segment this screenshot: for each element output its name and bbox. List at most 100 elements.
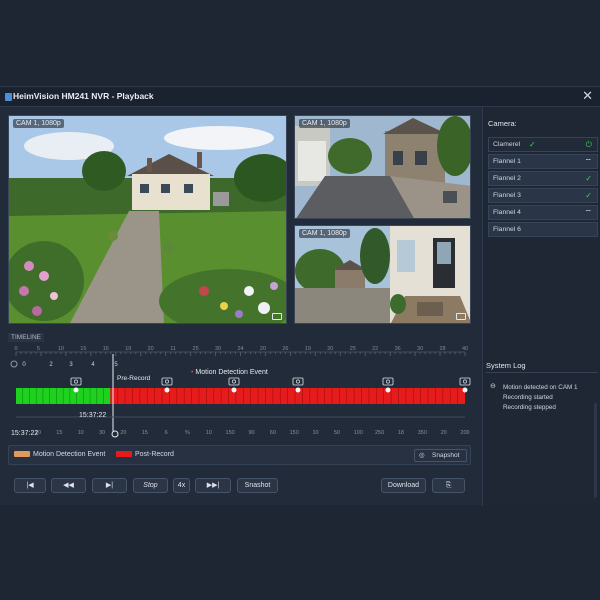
event-marker-dot: [73, 387, 79, 393]
export-button[interactable]: ⎘: [432, 478, 465, 493]
log-divider: [486, 372, 598, 373]
snapshot-camera-icon[interactable]: [272, 313, 282, 320]
camera-item-label: Flannel 4: [493, 209, 521, 216]
title-bar: HeimVision HM241 NVR - Playback ✕: [0, 87, 600, 107]
timeline-chart[interactable]: 0 5 10 15 16 19 20 11 25 30 24 20 26 19 20 25 22 36 30 28 40…: [8, 342, 471, 440]
snapshot-button[interactable]: Snashot: [237, 478, 278, 493]
camera-icon: ◎: [419, 452, 425, 459]
bottom-tick-label: 10: [78, 430, 84, 436]
check-icon: ✓: [585, 191, 592, 200]
video-tile-2[interactable]: CAM 1, 1080p: [294, 115, 471, 219]
check-icon: ✓: [585, 174, 592, 183]
ruler-tick-label: 16: [103, 346, 109, 352]
export-icon: ⎘: [445, 482, 452, 489]
legend-motion: Motion Detection Event: [14, 451, 105, 458]
ruler-tick-label: 15: [80, 346, 86, 352]
ruler-tick-label: 10: [58, 346, 64, 352]
ruler-tick-label: 25: [350, 346, 356, 352]
bottom-tick-label: 20: [120, 430, 126, 436]
snapshot-legend-label: Snapshot: [432, 452, 460, 459]
legend-post-record-label: Post-Record: [135, 451, 174, 458]
timeline[interactable]: 0 5 10 15 16 19 20 11 25 30 24 20 26 19 20 25 22 36 30 28 40…: [8, 342, 471, 440]
bottom-tick-label: 15: [56, 430, 62, 436]
legend-bar: Motion Detection Event Post-Record ◎ Snap…: [8, 445, 471, 465]
log-entry: Recording started: [503, 394, 553, 401]
check-icon: ✓: [529, 140, 536, 149]
bottom-tick-label: 250: [375, 430, 384, 436]
video-tile-3[interactable]: CAM 1, 1080p: [294, 225, 471, 324]
garden-scene-image: [9, 116, 286, 323]
event-marker-dot: [385, 387, 391, 393]
driveway-scene-image: [295, 116, 470, 218]
bottom-tick-label: 10: [312, 430, 318, 436]
ruler-tick-label: 20: [260, 346, 266, 352]
event-marker-dot: [164, 387, 170, 393]
window-title: HeimVision HM241 NVR - Playback: [13, 91, 154, 101]
camera-item-5[interactable]: Flannel 6: [488, 222, 598, 237]
rewind-button[interactable]: ◀◀: [51, 478, 86, 493]
play-button[interactable]: ▶|: [92, 478, 127, 493]
wifi-icon: ⌔: [584, 157, 592, 166]
camera-item-label: Flannel 2: [493, 175, 521, 182]
bottom-tick-label: 20: [441, 430, 447, 436]
bottom-tick-label: 350: [418, 430, 427, 436]
close-icon[interactable]: ✕: [582, 89, 593, 103]
camera-item-2[interactable]: Flannel 2 ✓: [488, 171, 598, 186]
start-time-label: 15:37:22: [11, 430, 39, 437]
ruler-tick-label: 5: [37, 346, 40, 352]
log-entry: Motion detected on CAM 1: [503, 384, 578, 391]
power-icon: ⏻: [585, 140, 592, 149]
camera-item-label: Flannel 3: [493, 192, 521, 199]
event-marker-dot: [462, 387, 468, 393]
ruler-tick-label: 25: [193, 346, 199, 352]
ruler-tick-label: 22: [372, 346, 378, 352]
log-bullet-icon: ⊖: [490, 383, 496, 390]
video-tile-main[interactable]: CAM 1, 1080p: [8, 115, 287, 324]
ruler-tick-label: 19: [125, 346, 131, 352]
camera-heading: Camera:: [488, 119, 517, 128]
snapshot-camera-icon[interactable]: [456, 313, 466, 320]
camera-item-4[interactable]: Flannel 4 ⌔: [488, 205, 598, 220]
stop-button[interactable]: Stop: [133, 478, 168, 493]
system-log-heading: System Log: [486, 361, 526, 370]
bottom-tick-label: 18: [398, 430, 404, 436]
bottom-tick-label: 50: [334, 430, 340, 436]
bottom-tick-label: 90: [248, 430, 254, 436]
bottom-tick-label: 100: [354, 430, 363, 436]
snapshot-legend-button[interactable]: ◎ Snapshot: [414, 449, 467, 462]
bottom-tick-label: 15: [142, 430, 148, 436]
camera-item-0[interactable]: Clamerel ✓ ⏻: [488, 137, 598, 152]
camera-item-3[interactable]: Flannel 3 ✓: [488, 188, 598, 203]
skip-back-button[interactable]: |◀: [14, 478, 46, 493]
playhead-knob: [111, 430, 119, 438]
camera-item-1[interactable]: Flannel 1 ⌔: [488, 154, 598, 169]
cursor-time-label: 15:37:22: [79, 412, 107, 419]
download-button[interactable]: Download: [381, 478, 426, 493]
camera-item-label: Flannel 1: [493, 158, 521, 165]
desktop-bottom: [0, 505, 600, 600]
bottom-tick-label: 60: [270, 430, 276, 436]
bottom-tick-label: %: [185, 430, 190, 436]
camera-label: CAM 1, 1080p: [299, 119, 350, 128]
pre-record-label: Pre-Record: [117, 375, 151, 382]
ruler-tick-label: 24: [237, 346, 243, 352]
log-scrollbar[interactable]: [594, 403, 597, 498]
event-marker-dot: [231, 387, 237, 393]
camera-label: CAM 1, 1080p: [13, 119, 64, 128]
bottom-tick-label: 30: [99, 430, 105, 436]
wifi-icon: ⌔: [584, 208, 592, 217]
speed-button[interactable]: 4x: [173, 478, 190, 493]
desktop-top: [0, 0, 600, 86]
camera-item-label: Flannel 6: [493, 226, 521, 233]
camera-item-label: Clamerel: [493, 141, 521, 148]
motion-event-text: Motion Detection Event: [195, 369, 268, 376]
legend-motion-label: Motion Detection Event: [33, 451, 106, 458]
ruler-tick-label: 36: [395, 346, 401, 352]
timeline-heading: TIMELINE: [8, 333, 44, 342]
ruler-tick-label: 20: [327, 346, 333, 352]
ruler-tick-label: 28: [439, 346, 445, 352]
fast-forward-button[interactable]: ▶▶|: [195, 478, 231, 493]
ruler-tick-label: 26: [282, 346, 288, 352]
ruler-tick-label: 30: [417, 346, 423, 352]
bottom-tick-label: 6: [165, 430, 168, 436]
